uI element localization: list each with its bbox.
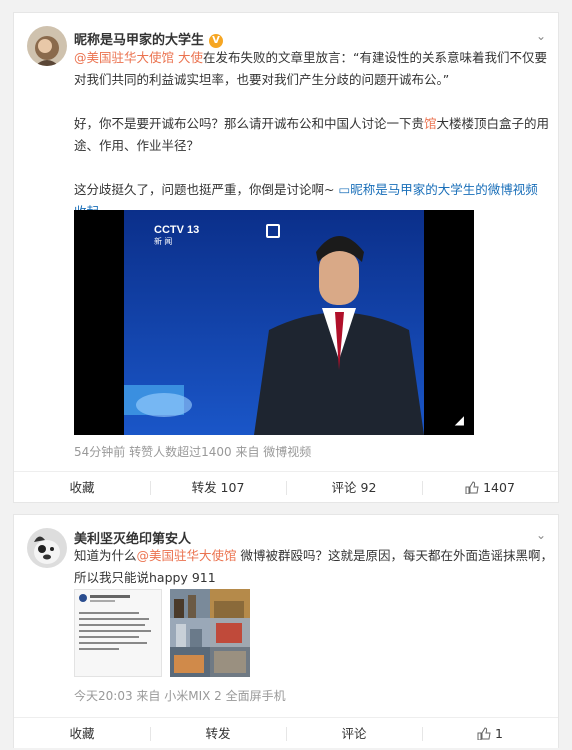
weibo-post-card: 昵称是马甲家的大学生 V ⌄ @美国驻华大使馆 大使在发布失败的文章里放言：“有建… bbox=[13, 12, 559, 503]
text-line: 知道为什么 bbox=[74, 548, 137, 563]
weibo-post-card: 美利坚灭绝印第安人 ⌄ 知道为什么@美国驻华大使馆 微博被群殴吗？这就是原因，每… bbox=[13, 514, 559, 748]
popout-icon[interactable] bbox=[266, 224, 280, 238]
verified-badge-icon: V bbox=[209, 34, 224, 48]
user-avatar[interactable] bbox=[27, 26, 67, 66]
repost-button[interactable]: 转发 bbox=[150, 718, 286, 750]
repost-label: 转发 107 bbox=[191, 480, 245, 495]
repost-label: 转发 bbox=[205, 726, 231, 741]
username[interactable]: 昵称是马甲家的大学生 V bbox=[74, 29, 224, 48]
image-thumbnail[interactable] bbox=[170, 589, 250, 677]
highlight-text: 大使 bbox=[178, 50, 204, 65]
highlight-text: 馆 bbox=[424, 116, 437, 131]
text-line: 在发布失败的文章里放言：“有建设性的关系意味着我们不仅要 bbox=[203, 50, 547, 65]
text-line: 这分歧挺久了，问题也挺严重，你倒是讨论啊~ bbox=[74, 182, 335, 197]
mention-link[interactable]: @美国驻华大使馆 bbox=[137, 548, 237, 563]
video-frame bbox=[124, 210, 424, 435]
like-button[interactable]: 1407 bbox=[422, 472, 558, 504]
text-line: 微博被群殴吗？这就是原因，每天都在外面造谣抹黑啊， bbox=[236, 548, 554, 563]
text-line: 对我们共同的利益诚实坦率，也要对我们产生分歧的问题开诚布公。” bbox=[74, 72, 450, 87]
video-link-text[interactable]: 昵称是马甲家的大学生的微博视频 bbox=[350, 182, 538, 197]
post-text: 知道为什么@美国驻华大使馆 微博被群殴吗？这就是原因，每天都在外面造谣抹黑啊， … bbox=[74, 545, 554, 589]
user-avatar[interactable] bbox=[27, 528, 67, 568]
thumbs-up-icon bbox=[477, 727, 491, 740]
favorite-button[interactable]: 收藏 bbox=[14, 718, 150, 750]
thumbs-up-icon bbox=[465, 481, 479, 494]
channel-logo-text: CCTV 13 bbox=[154, 224, 200, 236]
comment-label: 评论 bbox=[341, 726, 367, 741]
more-options-chevron-icon[interactable]: ⌄ bbox=[536, 528, 546, 542]
text-line: 好，你不是要开诚布公吗？那么请开诚布公和中国人讨论一下贵 bbox=[74, 116, 425, 131]
like-count: 1407 bbox=[483, 480, 515, 495]
action-bar: 收藏 转发 107 评论 92 1407 bbox=[14, 471, 558, 504]
favorite-button[interactable]: 收藏 bbox=[14, 472, 150, 504]
username-text[interactable]: 昵称是马甲家的大学生 bbox=[74, 33, 204, 48]
favorite-label: 收藏 bbox=[69, 480, 95, 495]
like-count: 1 bbox=[495, 726, 503, 741]
text-line: 大楼楼顶白盒子的用 bbox=[436, 116, 550, 131]
video-link-icon: ▭ bbox=[338, 182, 351, 197]
channel-sub-text: 新 闻 bbox=[154, 237, 173, 246]
comment-button[interactable]: 评论 bbox=[286, 718, 422, 750]
post-meta: 今天20:03 来自 小米MIX 2 全面屏手机 bbox=[74, 689, 286, 703]
mute-icon[interactable]: ◢ bbox=[455, 413, 464, 427]
text-line: 所以我只能说happy 911 bbox=[74, 570, 216, 585]
comment-label: 评论 92 bbox=[331, 480, 377, 495]
favorite-label: 收藏 bbox=[69, 726, 95, 741]
like-button[interactable]: 1 bbox=[422, 718, 558, 750]
mention-link[interactable]: @美国驻华大使馆 bbox=[74, 50, 174, 65]
post-meta: 54分钟前 转赞人数超过1400 来自 微博视频 bbox=[74, 445, 312, 459]
comment-button[interactable]: 评论 92 bbox=[286, 472, 422, 504]
repost-button[interactable]: 转发 107 bbox=[150, 472, 286, 504]
image-thumbnail[interactable] bbox=[74, 589, 162, 677]
text-line: 途、作用、作业半径？ bbox=[74, 138, 200, 153]
video-player[interactable]: CCTV 13 新 闻 ◢ bbox=[74, 210, 474, 435]
channel-logo: CCTV 13 新 闻 bbox=[154, 224, 199, 247]
action-bar: 收藏 转发 评论 1 bbox=[14, 717, 558, 750]
more-options-chevron-icon[interactable]: ⌄ bbox=[536, 29, 546, 43]
video-link[interactable]: ▭昵称是马甲家的大学生的微博视频 bbox=[338, 182, 537, 197]
